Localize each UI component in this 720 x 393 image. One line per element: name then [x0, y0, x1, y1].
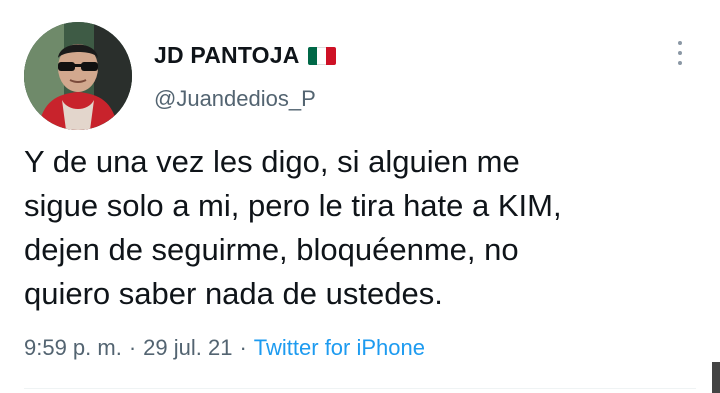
scrollbar-thumb[interactable]	[712, 362, 720, 393]
author-display-name[interactable]: JD PANTOJA	[154, 42, 300, 69]
tweet-card: JD PANTOJA @Juandedios_P Y de una vez le…	[0, 0, 720, 393]
divider	[24, 388, 696, 389]
avatar[interactable]	[24, 22, 132, 130]
author-handle[interactable]: @Juandedios_P	[154, 86, 316, 112]
more-vertical-icon[interactable]	[672, 38, 688, 68]
meta-separator: ·	[128, 335, 137, 360]
author-name-row[interactable]: JD PANTOJA	[154, 42, 336, 69]
tweet-time[interactable]: 9:59 p. m.	[24, 335, 122, 361]
tweet-meta: 9:59 p. m. · 29 jul. 21 · Twitter for iP…	[24, 335, 425, 361]
tweet-text: Y de una vez les digo, si alguien me sig…	[24, 144, 562, 311]
tweet-source-link[interactable]: Twitter for iPhone	[254, 335, 425, 361]
avatar-image	[24, 22, 132, 130]
mexico-flag-icon	[307, 46, 336, 65]
tweet-date[interactable]: 29 jul. 21	[143, 335, 232, 361]
meta-separator-2: ·	[239, 335, 247, 360]
